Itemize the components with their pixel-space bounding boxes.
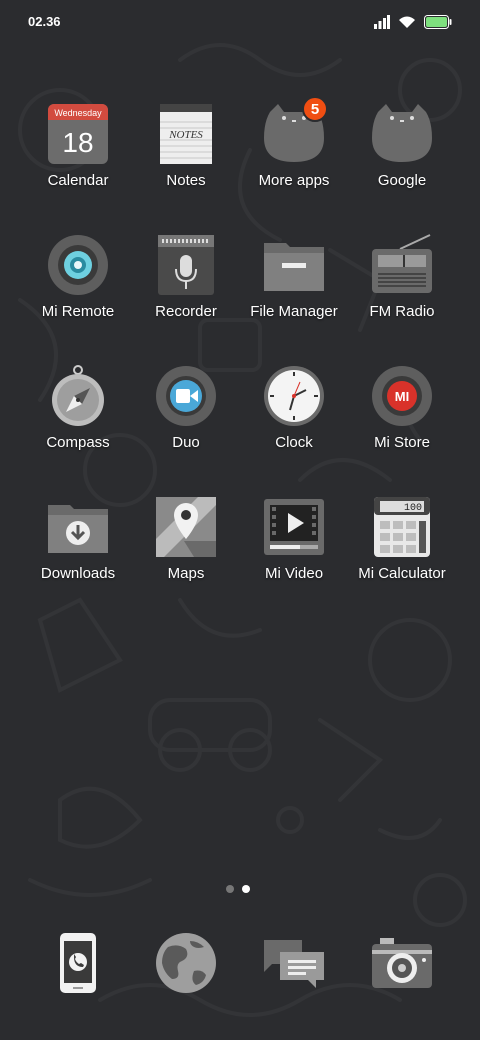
app-label: Maps — [167, 565, 205, 582]
messages-icon — [264, 940, 324, 988]
app-label: More apps — [258, 172, 330, 189]
dock-camera[interactable] — [348, 928, 456, 998]
app-recorder[interactable]: Recorder — [132, 233, 240, 364]
phone-icon — [60, 933, 96, 993]
app-file-manager[interactable]: File Manager — [240, 233, 348, 364]
app-label: Mi Store — [374, 434, 430, 451]
clock-icon — [262, 364, 326, 428]
page-indicator — [226, 885, 250, 893]
app-label: Mi Calculator — [358, 565, 446, 582]
app-mi-remote[interactable]: Mi Remote — [24, 233, 132, 364]
app-label: Duo — [172, 434, 200, 451]
app-grid: Wednesday 18 Calendar NOTES Notes 5 More… — [24, 96, 456, 626]
app-label: Compass — [46, 434, 110, 451]
app-label: Mi Remote — [41, 303, 115, 320]
app-google-folder[interactable]: Google — [348, 102, 456, 233]
dock-browser[interactable] — [132, 928, 240, 998]
video-camera-icon — [154, 364, 218, 428]
notes-title: NOTES — [168, 129, 203, 141]
play-icon — [262, 495, 326, 559]
calculator-icon: 100 — [370, 495, 434, 559]
notes-icon: NOTES — [154, 102, 218, 166]
calendar-day: Wednesday — [54, 108, 102, 118]
app-label: Calendar — [47, 172, 109, 189]
remote-icon — [46, 233, 110, 297]
download-icon — [46, 495, 110, 559]
file-folder-icon — [262, 233, 326, 297]
microphone-icon — [154, 233, 218, 297]
app-mi-video[interactable]: Mi Video — [240, 495, 348, 626]
dock-phone[interactable] — [24, 928, 132, 998]
app-label: Notes — [166, 172, 206, 189]
mi-logo: MI — [395, 389, 409, 404]
dock — [24, 928, 456, 998]
map-pin-icon — [154, 495, 218, 559]
radio-icon — [370, 233, 434, 297]
app-label: Clock — [275, 434, 313, 451]
folder-icon — [370, 102, 434, 166]
app-mi-calculator[interactable]: 100 Mi Calculator — [348, 495, 456, 626]
app-label: FM Radio — [369, 303, 435, 320]
compass-icon — [46, 364, 110, 428]
calendar-icon: Wednesday 18 — [46, 102, 110, 166]
notification-badge: 5 — [302, 96, 328, 122]
folder-icon: 5 — [262, 96, 328, 166]
app-label: Downloads — [40, 565, 116, 582]
app-mi-store[interactable]: MI Mi Store — [348, 364, 456, 495]
app-label: Google — [377, 172, 427, 189]
app-fm-radio[interactable]: FM Radio — [348, 233, 456, 364]
app-calendar[interactable]: Wednesday 18 Calendar — [24, 102, 132, 233]
app-label: Recorder — [155, 303, 217, 320]
browser-globe-icon — [156, 933, 216, 993]
calendar-date: 18 — [62, 127, 93, 158]
app-label: Mi Video — [264, 565, 324, 582]
app-label: File Manager — [250, 303, 338, 320]
app-duo[interactable]: Duo — [132, 364, 240, 495]
page-dot-active[interactable] — [242, 885, 250, 893]
dock-messages[interactable] — [240, 928, 348, 998]
signal-icon — [374, 15, 390, 29]
app-more-apps-folder[interactable]: 5 More apps — [240, 96, 348, 233]
page-dot[interactable] — [226, 885, 234, 893]
wifi-icon — [399, 16, 415, 28]
camera-icon — [372, 938, 432, 988]
status-icons — [374, 13, 452, 31]
battery-icon — [424, 15, 452, 29]
status-time: 02.36 — [28, 14, 61, 29]
app-maps[interactable]: Maps — [132, 495, 240, 626]
status-bar: 02.36 — [0, 0, 480, 44]
app-clock[interactable]: Clock — [240, 364, 348, 495]
mi-store-icon: MI — [370, 364, 434, 428]
app-downloads[interactable]: Downloads — [24, 495, 132, 626]
calculator-display: 100 — [404, 503, 422, 514]
app-notes[interactable]: NOTES Notes — [132, 102, 240, 233]
app-compass[interactable]: Compass — [24, 364, 132, 495]
